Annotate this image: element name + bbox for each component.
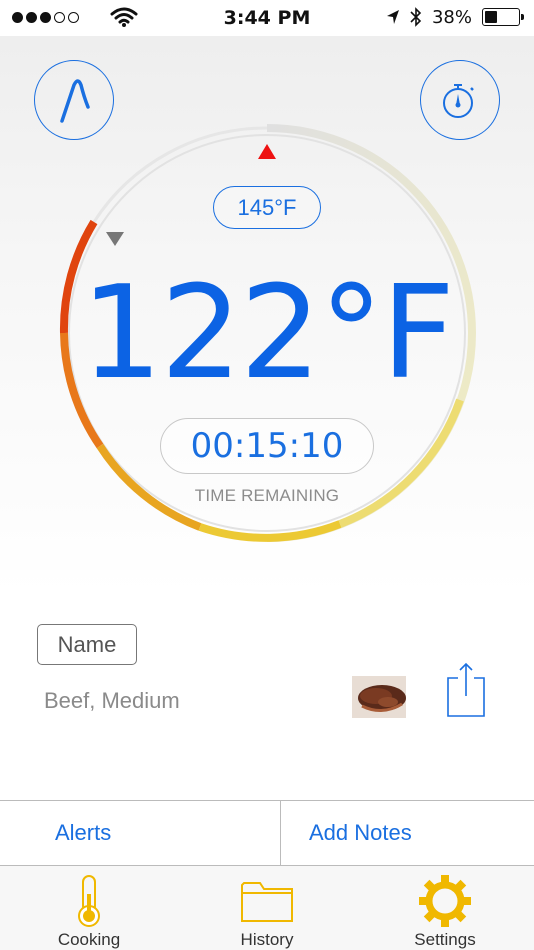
thermometer-icon — [78, 875, 100, 927]
current-temp-marker — [106, 232, 124, 246]
tab-label: History — [240, 930, 294, 949]
time-remaining-label: TIME REMAINING — [194, 486, 340, 505]
tab-cooking[interactable]: Cooking — [0, 866, 178, 950]
meat-thumbnail[interactable] — [352, 676, 406, 718]
tab-bar: Cooking History Settings — [0, 866, 534, 950]
folder-icon — [241, 882, 293, 922]
share-button[interactable] — [440, 660, 490, 718]
alerts-button[interactable]: Alerts — [0, 801, 281, 865]
target-temp-marker — [258, 144, 276, 159]
add-notes-button[interactable]: Add Notes — [281, 801, 534, 865]
tab-settings[interactable]: Settings — [356, 866, 534, 950]
action-row: Alerts Add Notes — [0, 800, 534, 866]
gear-icon — [419, 875, 471, 927]
name-button[interactable]: Name — [37, 624, 137, 665]
steak-image — [352, 676, 406, 718]
tab-history[interactable]: History — [178, 866, 356, 950]
target-temp-button[interactable]: 145°F — [213, 186, 321, 229]
meat-type-label[interactable]: Beef, Medium — [44, 688, 180, 714]
time-remaining-button[interactable]: 00:15:10 — [160, 418, 374, 474]
current-temperature: 122°F — [81, 259, 455, 408]
tab-label: Settings — [414, 930, 476, 949]
tab-label: Cooking — [57, 930, 121, 949]
share-icon — [447, 662, 485, 717]
